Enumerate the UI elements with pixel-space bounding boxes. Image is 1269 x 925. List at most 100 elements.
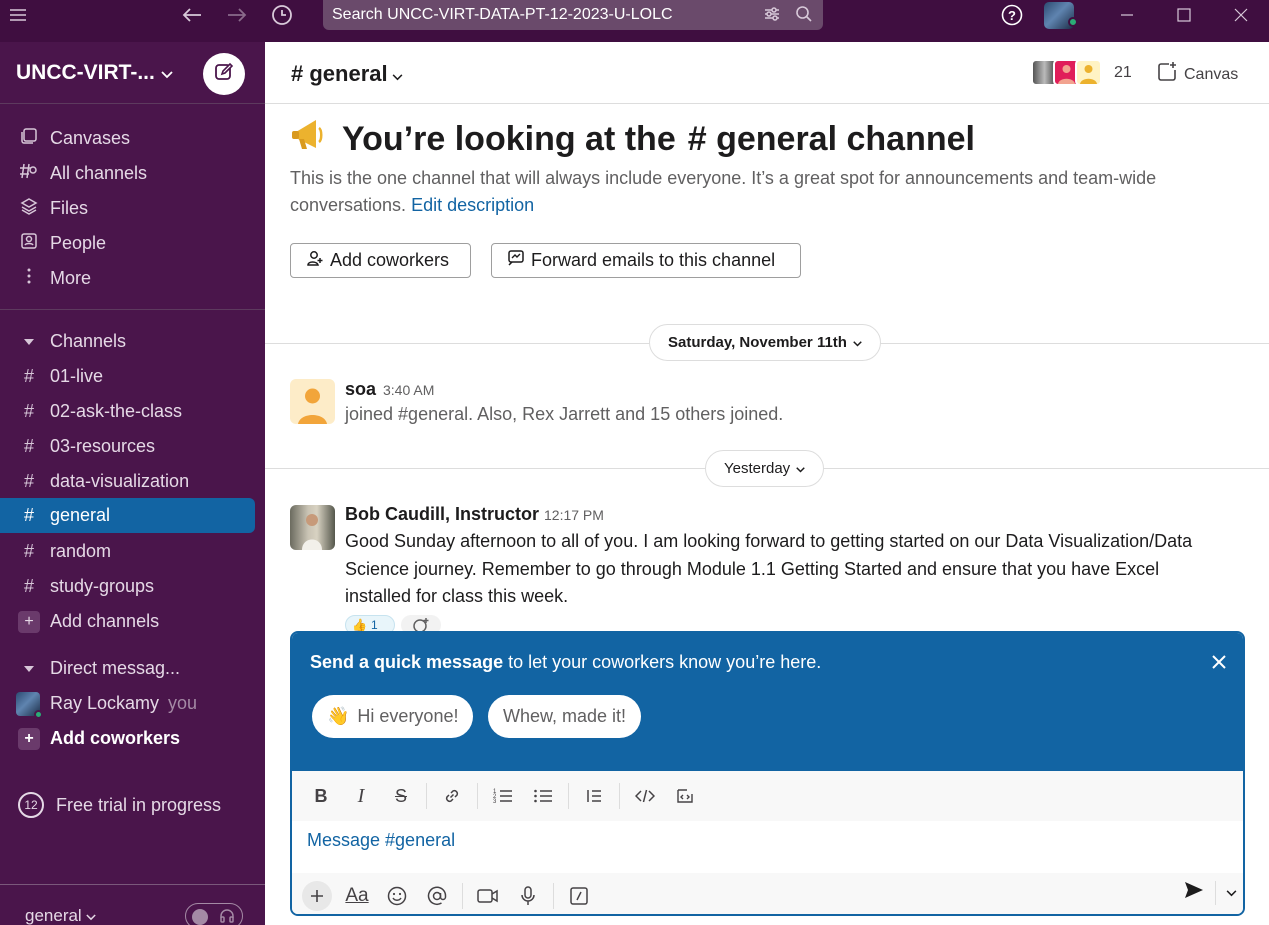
plus-icon[interactable] (302, 880, 332, 911)
menu-icon[interactable] (8, 0, 28, 30)
strikethrough-icon[interactable]: S (386, 781, 416, 811)
files-stack-icon (0, 197, 50, 220)
hash-icon: # (23, 576, 34, 596)
dm-item-self[interactable]: Ray Lockamy you (0, 686, 265, 721)
minimize-icon[interactable] (1115, 0, 1139, 30)
workspace-header: UNCC-VIRT-... (0, 42, 265, 104)
message-author[interactable]: Bob Caudill, Instructor (345, 504, 539, 525)
maximize-icon[interactable] (1172, 0, 1196, 30)
sidebar-item-all-channels[interactable]: All channels (0, 156, 265, 191)
send-controls (1183, 880, 1237, 905)
channel-label: general (50, 505, 111, 525)
add-coworkers-sidebar-button[interactable]: + Add coworkers (0, 721, 265, 756)
toggle-knob (192, 909, 208, 925)
bulleted-list-icon[interactable] (528, 781, 558, 811)
hash-search-icon (0, 162, 50, 185)
people-card-icon (0, 232, 50, 255)
search-text: Search UNCC-VIRT-DATA-PT-12-2023-U-LOLC (332, 6, 673, 23)
search-bar[interactable]: Search UNCC-VIRT-DATA-PT-12-2023-U-LOLC (323, 0, 823, 30)
chevron-down-icon (392, 61, 403, 87)
add-coworkers-button[interactable]: Add coworkers (290, 243, 471, 278)
headphones-icon (219, 908, 235, 925)
forward-arrow-icon[interactable] (225, 0, 249, 30)
close-window-icon[interactable] (1229, 0, 1253, 30)
canvas-label: Canvas (1184, 65, 1239, 83)
close-icon[interactable] (1211, 649, 1227, 677)
ordered-list-icon[interactable]: 123 (488, 781, 518, 811)
member-count[interactable]: 21 (1114, 64, 1132, 82)
sidebar-item-files[interactable]: Files (0, 191, 265, 226)
blockquote-icon[interactable] (579, 781, 609, 811)
title-bar: Search UNCC-VIRT-DATA-PT-12-2023-U-LOLC … (0, 0, 1269, 42)
channel-label: 02-ask-the-class (50, 401, 183, 421)
sidebar-item-canvases[interactable]: Canvases (0, 121, 265, 156)
italic-icon[interactable]: I (346, 781, 376, 811)
huddle-toggle[interactable] (185, 903, 243, 925)
member-avatars[interactable] (1031, 59, 1102, 86)
channel-header: # general 21 Canvas (265, 42, 1269, 104)
avatar[interactable] (290, 505, 335, 550)
sidebar-item-label: More (50, 268, 92, 288)
trial-label: Free trial in progress (56, 794, 222, 815)
quick-chip-hi-everyone[interactable]: 👋 Hi everyone! (312, 695, 474, 738)
channels-section-header[interactable]: Channels (0, 324, 265, 359)
sidebar-channel-study-groups[interactable]: # study-groups (0, 569, 265, 604)
sidebar-channel-01-live[interactable]: # 01-live (0, 359, 265, 394)
send-icon[interactable] (1183, 880, 1205, 905)
sidebar-item-people[interactable]: People (0, 226, 265, 261)
sidebar-channel-03-resources[interactable]: # 03-resources (0, 429, 265, 464)
link-icon[interactable] (437, 781, 467, 811)
search-icon[interactable] (795, 5, 813, 28)
date-label: Saturday, November 11th (668, 334, 847, 351)
date-pill-second[interactable]: Yesterday (705, 450, 825, 487)
add-channels-label: Add channels (50, 611, 160, 631)
forward-btn-label: Forward emails to this channel (531, 250, 776, 270)
free-trial-status[interactable]: 12 Free trial in progress (18, 792, 221, 818)
code-icon[interactable] (630, 781, 660, 811)
date-pill-first[interactable]: Saturday, November 11th (649, 324, 881, 361)
back-arrow-icon[interactable] (180, 0, 204, 30)
compose-button[interactable] (203, 53, 245, 95)
workspace-menu[interactable]: UNCC-VIRT-... (16, 61, 173, 85)
channel-title-button[interactable]: # general (291, 61, 403, 87)
shortcut-slash-icon[interactable] (564, 881, 594, 911)
footer-channel-switch[interactable]: general (25, 906, 97, 925)
history-clock-icon[interactable] (268, 0, 296, 30)
search-filter-icon[interactable] (763, 5, 781, 28)
message-timestamp[interactable]: 12:17 PM (544, 507, 604, 523)
sidebar-item-label: Canvases (50, 128, 131, 148)
message-timestamp[interactable]: 3:40 AM (383, 382, 434, 398)
code-block-icon[interactable] (670, 781, 700, 811)
help-icon[interactable]: ? (999, 0, 1025, 30)
add-channels-button[interactable]: + Add channels (0, 604, 265, 639)
compose-icon (214, 62, 234, 87)
mention-icon[interactable] (422, 881, 452, 911)
message-author[interactable]: soa (345, 379, 376, 400)
canvas-button[interactable]: Canvas (1156, 61, 1238, 88)
sidebar-channel-random[interactable]: # random (0, 534, 265, 569)
edit-description-link[interactable]: Edit description (411, 195, 534, 215)
text-format-icon[interactable]: Aa (342, 881, 372, 911)
dm-you-tag: you (168, 693, 198, 713)
sidebar-item-more[interactable]: More (0, 261, 265, 296)
bold-icon[interactable]: B (306, 781, 336, 811)
chevron-down-icon[interactable] (1226, 884, 1237, 902)
svg-text:?: ? (1008, 8, 1016, 23)
sidebar-channel-general[interactable]: # general (0, 498, 255, 533)
sidebar-channel-data-visualization[interactable]: # data-visualization (0, 464, 265, 499)
microphone-icon[interactable] (513, 881, 543, 911)
sidebar-channel-02-ask-the-class[interactable]: # 02-ask-the-class (0, 394, 265, 429)
workspace-name: UNCC-VIRT-... (16, 61, 155, 84)
dm-section-header[interactable]: Direct messag... (0, 651, 265, 686)
toolbar-divider (1215, 880, 1216, 905)
message-input[interactable]: Message #general (307, 830, 455, 851)
forward-emails-button[interactable]: Forward emails to this channel (491, 243, 801, 278)
emoji-icon[interactable] (382, 881, 412, 911)
presence-indicator (1068, 17, 1078, 27)
avatar[interactable] (290, 379, 335, 424)
member-avatar (1075, 59, 1102, 86)
video-icon[interactable] (473, 881, 503, 911)
quick-chip-made-it[interactable]: Whew, made it! (488, 695, 642, 738)
channel-label: random (50, 541, 112, 561)
channel-intro-description: This is the one channel that will always… (290, 165, 1240, 219)
